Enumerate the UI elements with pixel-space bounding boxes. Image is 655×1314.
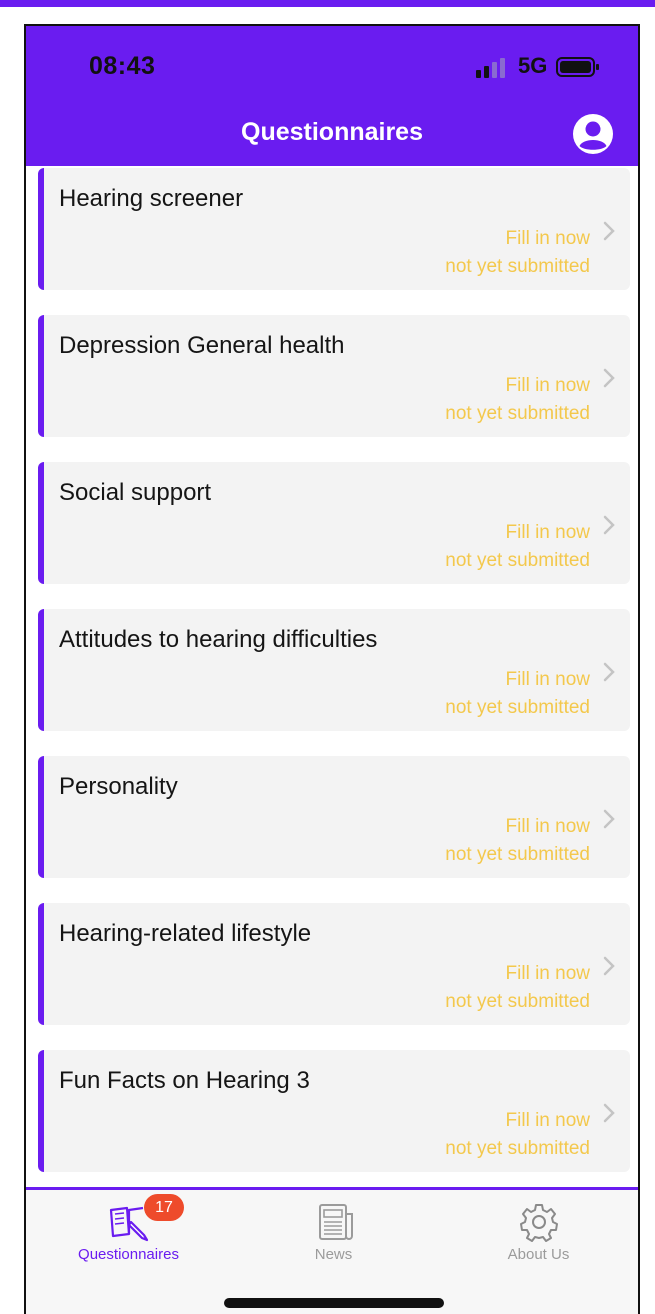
fill-in-now-link[interactable]: Fill in now (506, 669, 590, 691)
app-header: 08:43 5G Questionnaires (26, 26, 638, 166)
page-title: Questionnaires (241, 118, 423, 146)
notification-badge: 17 (144, 1194, 184, 1221)
phone-screen: 08:43 5G Questionnaires Hearing screener… (24, 24, 640, 1314)
gear-icon (519, 1204, 558, 1242)
home-indicator (224, 1298, 444, 1308)
questionnaire-title: Personality (59, 773, 178, 800)
submission-status: not yet submitted (445, 550, 590, 571)
fill-in-now-link[interactable]: Fill in now (506, 816, 590, 838)
battery-icon (556, 57, 599, 77)
submission-status: not yet submitted (445, 403, 590, 424)
questionnaire-title: Social support (59, 479, 212, 506)
fill-in-now-link[interactable]: Fill in now (506, 228, 590, 250)
submission-status: not yet submitted (445, 991, 590, 1012)
fill-in-now-link[interactable]: Fill in now (506, 375, 590, 397)
tab-label: News (314, 1246, 353, 1263)
questionnaire-card[interactable]: Social support Fill in now not yet submi… (38, 462, 630, 584)
questionnaire-card[interactable]: Fun Facts on Hearing 3 Fill in now not y… (38, 1050, 630, 1172)
bottom-tab-bar: 17 Questionnaires News About Us (26, 1187, 638, 1314)
tab-label: About Us (507, 1246, 570, 1263)
submission-status: not yet submitted (445, 697, 590, 718)
chevron-right-icon (603, 1103, 615, 1123)
chevron-right-icon (603, 662, 615, 682)
fill-in-now-link[interactable]: Fill in now (506, 522, 590, 544)
tab-questionnaires[interactable]: 17 Questionnaires (26, 1190, 231, 1290)
fill-in-now-link[interactable]: Fill in now (506, 1110, 590, 1132)
questionnaire-title: Hearing screener (59, 185, 244, 212)
chevron-right-icon (603, 809, 615, 829)
questionnaire-card[interactable]: Hearing screener Fill in now not yet sub… (38, 168, 630, 290)
questionnaire-title: Attitudes to hearing difficulties (59, 626, 378, 653)
questionnaire-title: Depression General health (59, 332, 345, 359)
questionnaire-title: Fun Facts on Hearing 3 (59, 1067, 310, 1094)
questionnaire-title: Hearing-related lifestyle (59, 920, 312, 947)
fill-in-now-link[interactable]: Fill in now (506, 963, 590, 985)
network-type: 5G (518, 53, 548, 78)
tab-news[interactable]: News (231, 1190, 436, 1290)
submission-status: not yet submitted (445, 844, 590, 865)
submission-status: not yet submitted (445, 256, 590, 277)
signal-icon (476, 58, 505, 78)
questionnaire-card[interactable]: Attitudes to hearing difficulties Fill i… (38, 609, 630, 731)
tab-label: Questionnaires (78, 1246, 179, 1263)
questionnaire-card[interactable]: Hearing-related lifestyle Fill in now no… (38, 903, 630, 1025)
person-circle-icon[interactable] (572, 113, 614, 155)
top-accent-band (0, 0, 655, 7)
chevron-right-icon (603, 368, 615, 388)
newspaper-icon (318, 1204, 353, 1240)
chevron-right-icon (603, 221, 615, 241)
questionnaire-card[interactable]: Personality Fill in now not yet submitte… (38, 756, 630, 878)
chevron-right-icon (603, 956, 615, 976)
chevron-right-icon (603, 515, 615, 535)
submission-status: not yet submitted (445, 1138, 590, 1159)
questionnaire-card[interactable]: Depression General health Fill in now no… (38, 315, 630, 437)
status-time: 08:43 (89, 52, 156, 80)
tab-about-us[interactable]: About Us (436, 1190, 638, 1290)
